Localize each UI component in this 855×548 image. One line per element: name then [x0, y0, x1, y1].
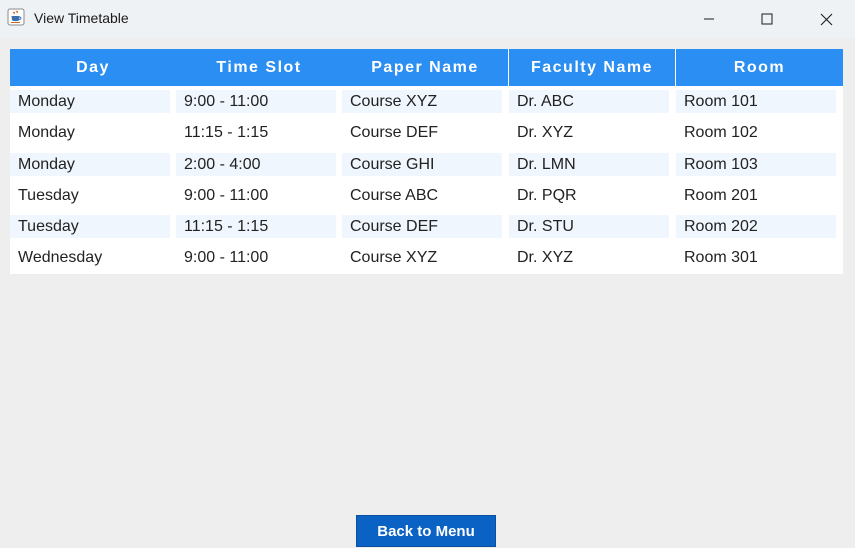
table-row[interactable]: Tuesday 9:00 - 11:00 Course ABC Dr. PQR … [10, 180, 843, 211]
table-body: Monday 9:00 - 11:00 Course XYZ Dr. ABC R… [10, 86, 843, 274]
table-row[interactable]: Monday 11:15 - 1:15 Course DEF Dr. XYZ R… [10, 117, 843, 148]
cell-day[interactable]: Monday [10, 121, 170, 144]
table-header: Day Time Slot Paper Name Faculty Name Ro… [10, 49, 843, 86]
cell-paper-name[interactable]: Course GHI [342, 152, 502, 176]
cell-faculty-name[interactable]: Dr. XYZ [509, 121, 669, 144]
cell-room[interactable]: Room 102 [676, 121, 836, 144]
cell-faculty-name[interactable]: Dr. XYZ [509, 246, 669, 269]
cell-day[interactable]: Monday [10, 152, 170, 176]
table-row[interactable]: Wednesday 9:00 - 11:00 Course XYZ Dr. XY… [10, 242, 843, 273]
cell-time-slot[interactable]: 9:00 - 11:00 [176, 184, 336, 207]
table-row[interactable]: Tuesday 11:15 - 1:15 Course DEF Dr. STU … [10, 211, 843, 242]
column-header-paper-name[interactable]: Paper Name [342, 49, 510, 86]
cell-paper-name[interactable]: Course XYZ [342, 90, 502, 113]
cell-room[interactable]: Room 301 [676, 246, 836, 269]
cell-time-slot[interactable]: 9:00 - 11:00 [176, 90, 336, 113]
cell-paper-name[interactable]: Course DEF [342, 121, 502, 144]
minimize-icon [704, 18, 714, 20]
cell-time-slot[interactable]: 2:00 - 4:00 [176, 152, 336, 176]
cell-room[interactable]: Room 101 [676, 90, 836, 113]
column-header-room[interactable]: Room [676, 49, 843, 86]
column-header-day[interactable]: Day [10, 49, 178, 86]
title-bar[interactable]: View Timetable [0, 0, 855, 38]
close-button[interactable] [797, 0, 855, 38]
window-title: View Timetable [34, 10, 129, 26]
cell-paper-name[interactable]: Course DEF [342, 215, 502, 239]
table-row[interactable]: Monday 9:00 - 11:00 Course XYZ Dr. ABC R… [10, 86, 843, 117]
cell-time-slot[interactable]: 9:00 - 11:00 [176, 246, 336, 269]
cell-faculty-name[interactable]: Dr. PQR [509, 184, 669, 207]
timetable-window: View Timetable Day Time Slot Paper Name … [0, 0, 855, 548]
minimize-button[interactable] [680, 0, 738, 38]
column-header-faculty-name[interactable]: Faculty Name [509, 49, 677, 86]
maximize-icon [761, 13, 773, 25]
close-icon [820, 13, 832, 25]
cell-day[interactable]: Wednesday [10, 246, 170, 269]
cell-faculty-name[interactable]: Dr. ABC [509, 90, 669, 113]
cell-paper-name[interactable]: Course XYZ [342, 246, 502, 269]
java-app-icon [7, 8, 25, 26]
timetable-table[interactable]: Day Time Slot Paper Name Faculty Name Ro… [10, 49, 843, 274]
cell-room[interactable]: Room 201 [676, 184, 836, 207]
maximize-button[interactable] [738, 0, 796, 38]
column-header-time-slot[interactable]: Time Slot [176, 49, 344, 86]
cell-faculty-name[interactable]: Dr. LMN [509, 152, 669, 176]
cell-faculty-name[interactable]: Dr. STU [509, 215, 669, 239]
back-to-menu-button[interactable]: Back to Menu [356, 515, 496, 547]
cell-paper-name[interactable]: Course ABC [342, 184, 502, 207]
cell-room[interactable]: Room 202 [676, 215, 836, 239]
cell-time-slot[interactable]: 11:15 - 1:15 [176, 215, 336, 239]
cell-time-slot[interactable]: 11:15 - 1:15 [176, 121, 336, 144]
cell-day[interactable]: Monday [10, 90, 170, 113]
cell-day[interactable]: Tuesday [10, 215, 170, 239]
cell-day[interactable]: Tuesday [10, 184, 170, 207]
table-row[interactable]: Monday 2:00 - 4:00 Course GHI Dr. LMN Ro… [10, 149, 843, 180]
cell-room[interactable]: Room 103 [676, 152, 836, 176]
